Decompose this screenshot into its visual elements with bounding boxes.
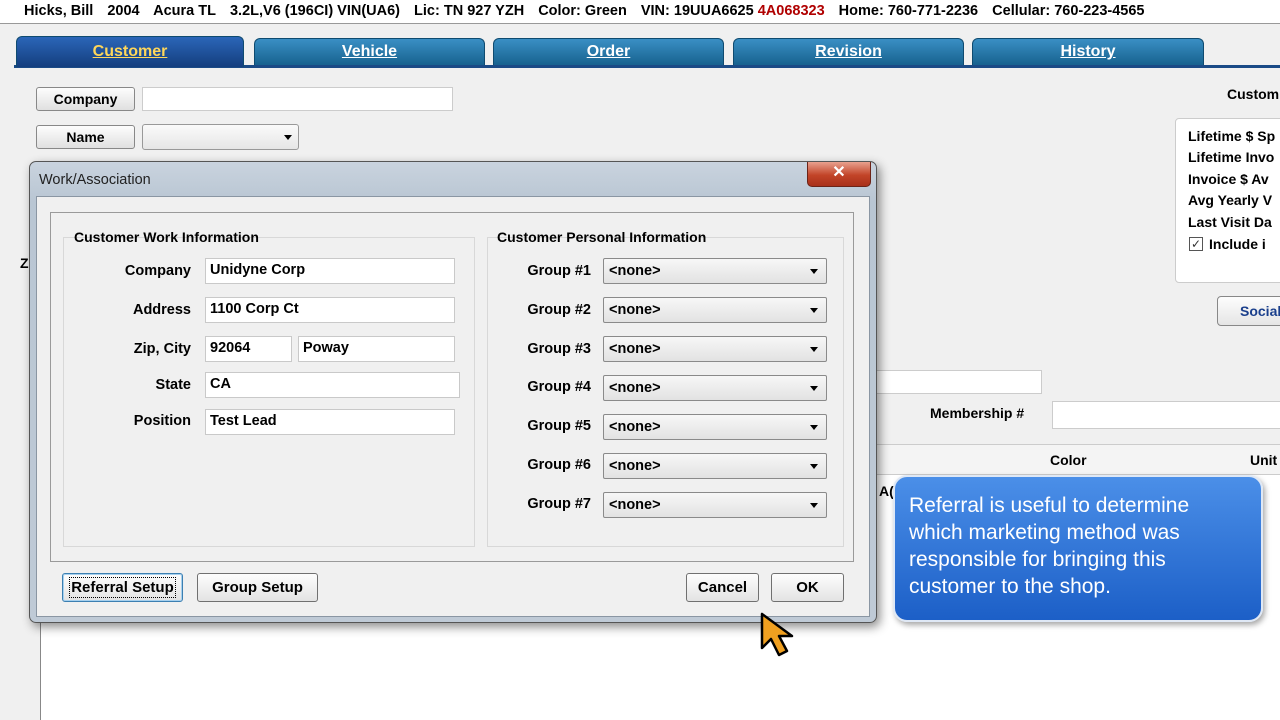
cell-phone: Cellular: 760-223-4565 xyxy=(992,3,1145,19)
group-5-label: Group #5 xyxy=(527,418,591,434)
grid-col-unit[interactable]: Unit xyxy=(1250,452,1277,468)
group-3-value: <none> xyxy=(609,341,661,357)
work-zip-city-label: Zip, City xyxy=(133,341,191,357)
chevron-down-icon xyxy=(810,308,818,313)
tab-history[interactable]: History xyxy=(972,38,1204,65)
group-setup-button[interactable]: Group Setup xyxy=(197,573,318,602)
cancel-button[interactable]: Cancel xyxy=(686,573,759,602)
main-tabs: Customer Vehicle Order Revision History xyxy=(14,36,1280,68)
group-1-label: Group #1 xyxy=(527,263,591,279)
chevron-down-icon xyxy=(284,135,292,140)
mouse-cursor-icon xyxy=(760,612,794,657)
membership-label: Membership # xyxy=(930,405,1025,421)
stat-lifetime-invoices: Lifetime Invo xyxy=(1188,149,1275,165)
grid-row-partial: A( xyxy=(879,483,894,499)
grid-col-color[interactable]: Color xyxy=(1050,452,1087,468)
zip-label-partial: Z xyxy=(20,255,29,271)
ok-button[interactable]: OK xyxy=(771,573,844,602)
dialog-title: Work/Association xyxy=(39,172,151,188)
social-button[interactable]: Social xyxy=(1217,296,1280,326)
info-frame: Customer Work Information Company Unidyn… xyxy=(50,212,854,562)
group-2-label: Group #2 xyxy=(527,302,591,318)
chevron-down-icon xyxy=(810,347,818,352)
group-6-select[interactable]: <none> xyxy=(603,453,827,479)
customer-stats-heading: Custom xyxy=(1227,86,1280,102)
work-address-label: Address xyxy=(132,302,191,318)
work-position-label: Position xyxy=(133,413,191,429)
group-2-value: <none> xyxy=(609,302,661,318)
work-company-label: Company xyxy=(124,263,191,279)
group-7-value: <none> xyxy=(609,497,661,513)
home-phone: Home: 760-771-2236 xyxy=(838,3,979,19)
chevron-down-icon xyxy=(810,425,818,430)
referral-setup-button[interactable]: Referral Setup xyxy=(62,573,183,602)
vehicle-vin-suffix: 4A068323 xyxy=(757,3,825,19)
work-state-label: State xyxy=(155,377,191,393)
vehicle-year: 2004 xyxy=(107,3,140,19)
group-6-value: <none> xyxy=(609,458,661,474)
name-select[interactable] xyxy=(142,124,299,150)
group-7-select[interactable]: <none> xyxy=(603,492,827,518)
personal-info-title: Customer Personal Information xyxy=(497,229,707,245)
group-3-label: Group #3 xyxy=(527,341,591,357)
referral-setup-label: Referral Setup xyxy=(69,577,176,598)
chevron-down-icon xyxy=(810,269,818,274)
vehicle-info-bar: Hicks, Bill 2004 Acura TL 3.2L,V6 (196CI… xyxy=(0,0,1280,24)
include-checkbox[interactable]: ✓ xyxy=(1189,237,1203,251)
vehicle-make-model: Acura TL xyxy=(153,3,216,19)
work-address-field[interactable]: 1100 Corp Ct xyxy=(205,297,455,323)
group-4-value: <none> xyxy=(609,380,661,396)
tutorial-callout: Referral is useful to determine which ma… xyxy=(893,475,1263,622)
work-state-field[interactable]: CA xyxy=(205,372,460,398)
vehicle-license: Lic: TN 927 YZH xyxy=(414,3,525,19)
vehicle-color: Color: Green xyxy=(538,3,627,19)
work-info-title: Customer Work Information xyxy=(74,229,259,245)
chevron-down-icon xyxy=(810,464,818,469)
company-lookup-button[interactable]: Company xyxy=(36,87,135,111)
work-company-field[interactable]: Unidyne Corp xyxy=(205,258,455,284)
tab-customer[interactable]: Customer xyxy=(16,36,244,67)
group-7-label: Group #7 xyxy=(527,496,591,512)
work-zip-field[interactable]: 92064 xyxy=(205,336,292,362)
stat-last-visit: Last Visit Da xyxy=(1188,214,1272,230)
dialog-body: Customer Work Information Company Unidyn… xyxy=(36,196,870,617)
group-5-select[interactable]: <none> xyxy=(603,414,827,440)
chevron-down-icon xyxy=(810,386,818,391)
company-field[interactable] xyxy=(142,87,453,111)
vehicle-engine: 3.2L,V6 (196CI) VIN(UA6) xyxy=(229,3,401,19)
close-icon[interactable]: ✕ xyxy=(807,162,871,187)
name-lookup-button[interactable]: Name xyxy=(36,125,135,149)
work-association-dialog: Work/Association ✕ Customer Work Informa… xyxy=(29,161,877,623)
tab-revision[interactable]: Revision xyxy=(733,38,964,65)
chevron-down-icon xyxy=(810,503,818,508)
group-5-value: <none> xyxy=(609,419,661,435)
vehicle-vin: VIN: 19UUA6625 xyxy=(640,3,754,19)
group-1-value: <none> xyxy=(609,263,661,279)
group-4-select[interactable]: <none> xyxy=(603,375,827,401)
tab-vehicle[interactable]: Vehicle xyxy=(254,38,485,65)
include-label: Include i xyxy=(1209,236,1266,252)
group-1-select[interactable]: <none> xyxy=(603,258,827,284)
group-6-label: Group #6 xyxy=(527,457,591,473)
customer-name: Hicks, Bill xyxy=(24,3,94,19)
background-field[interactable] xyxy=(876,370,1042,394)
group-4-label: Group #4 xyxy=(527,379,591,395)
stat-avg-yearly: Avg Yearly V xyxy=(1188,192,1273,208)
tab-order[interactable]: Order xyxy=(493,38,724,65)
membership-field[interactable] xyxy=(1052,401,1280,429)
stat-lifetime-spent: Lifetime $ Sp xyxy=(1188,128,1276,144)
group-2-select[interactable]: <none> xyxy=(603,297,827,323)
customer-stats-panel: Lifetime $ Sp Lifetime Invo Invoice $ Av… xyxy=(1175,118,1280,283)
work-city-field[interactable]: Poway xyxy=(298,336,455,362)
group-3-select[interactable]: <none> xyxy=(603,336,827,362)
stat-invoice-average: Invoice $ Av xyxy=(1188,171,1269,187)
work-position-field[interactable]: Test Lead xyxy=(205,409,455,435)
